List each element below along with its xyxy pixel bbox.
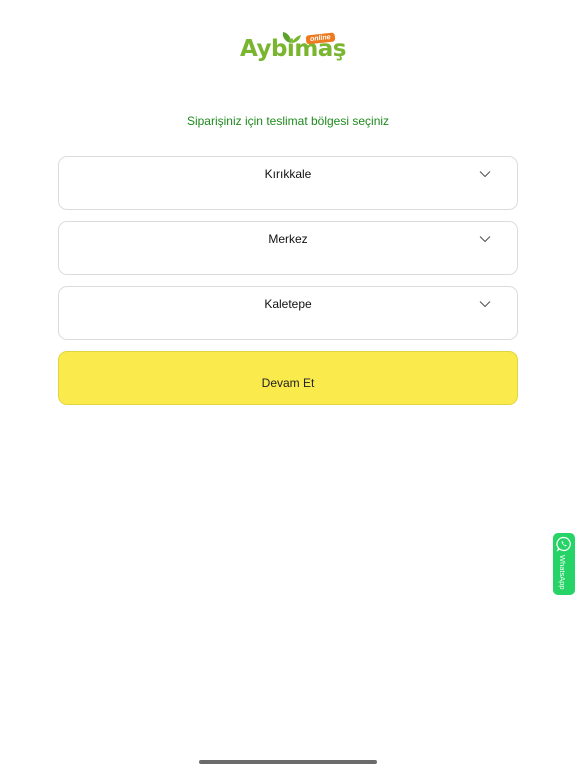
- chevron-down-icon: [479, 171, 491, 178]
- delivery-region-screen: Aybimaş online Siparişiniz için teslimat…: [0, 0, 576, 768]
- city-select-value: Kırıkkale: [264, 167, 312, 181]
- district-select-value: Merkez: [268, 232, 308, 246]
- neighborhood-select[interactable]: Kaletepe: [58, 286, 518, 340]
- district-select[interactable]: Merkez: [58, 221, 518, 275]
- continue-button[interactable]: Devam Et: [58, 351, 518, 405]
- whatsapp-icon: [556, 536, 571, 552]
- neighborhood-select-value: Kaletepe: [264, 297, 312, 311]
- region-prompt: Siparişiniz için teslimat bölgesi seçini…: [186, 114, 390, 128]
- chevron-down-icon: [479, 301, 491, 308]
- brand-logo: Aybimaş online: [236, 30, 347, 70]
- city-select[interactable]: Kırıkkale: [58, 156, 518, 210]
- home-indicator[interactable]: [199, 760, 377, 764]
- chevron-down-icon: [479, 236, 491, 243]
- whatsapp-button[interactable]: WhatsApp: [553, 533, 575, 595]
- whatsapp-label: WhatsApp: [558, 555, 567, 590]
